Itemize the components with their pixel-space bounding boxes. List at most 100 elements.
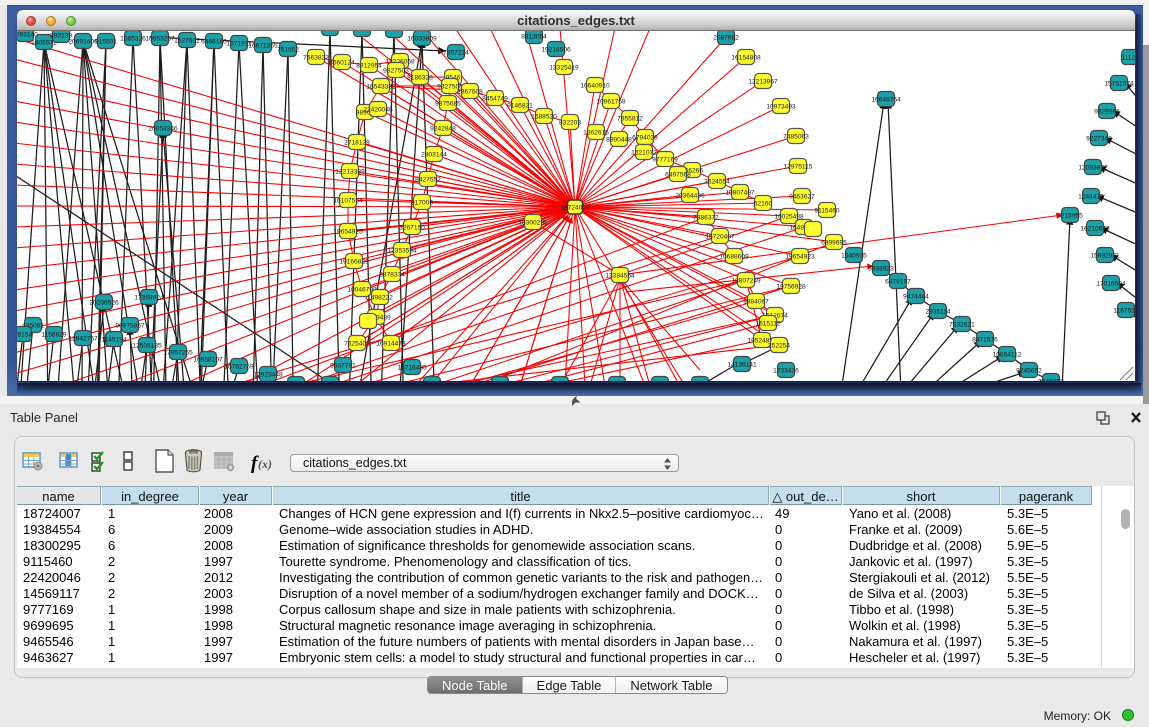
svg-text:10807487: 10807487 <box>725 190 755 197</box>
svg-text:1244415: 1244415 <box>1078 194 1104 201</box>
svg-text:12942757: 12942757 <box>68 336 98 343</box>
svg-text:20364436: 20364436 <box>675 193 705 200</box>
svg-text:7625402: 7625402 <box>344 341 370 348</box>
svg-text:13384554: 13384554 <box>605 273 635 280</box>
svg-text:751552: 751552 <box>277 47 299 54</box>
svg-text:1527602: 1527602 <box>174 38 200 45</box>
svg-text:6497568: 6497568 <box>665 172 691 179</box>
svg-text:7632621: 7632621 <box>949 322 975 329</box>
svg-text:8215955: 8215955 <box>1057 213 1083 220</box>
svg-text:10688609: 10688609 <box>719 254 749 261</box>
svg-text:2803144: 2803144 <box>421 152 447 159</box>
svg-text:39154: 39154 <box>17 332 32 339</box>
svg-text:15720407: 15720407 <box>705 234 735 241</box>
svg-text:16033809: 16033809 <box>407 36 437 43</box>
svg-text:9884067: 9884067 <box>743 299 769 306</box>
svg-text:1615112: 1615112 <box>755 321 781 328</box>
svg-text:917006: 917006 <box>411 200 433 207</box>
svg-text:3624554: 3624554 <box>704 179 730 186</box>
svg-text:17016504: 17016504 <box>1096 281 1126 288</box>
svg-text:9329966: 9329966 <box>1094 109 1120 116</box>
svg-text:9327503: 9327503 <box>383 68 409 75</box>
svg-text:18724007: 18724007 <box>560 205 590 212</box>
svg-text:9245052: 9245052 <box>1038 379 1064 383</box>
svg-text:10958107: 10958107 <box>193 357 223 364</box>
svg-text:16107554: 16107554 <box>333 198 363 205</box>
svg-text:9657791: 9657791 <box>330 363 356 370</box>
svg-text:15716485: 15716485 <box>397 365 427 372</box>
svg-text:9227342: 9227342 <box>1086 136 1112 143</box>
svg-text:8660124: 8660124 <box>329 60 355 67</box>
svg-text:9463627: 9463627 <box>789 194 815 201</box>
svg-text:7886372: 7886372 <box>693 215 719 222</box>
svg-text:12923448: 12923448 <box>253 372 283 379</box>
svg-text:19654923: 19654923 <box>785 254 815 261</box>
svg-text:7955812: 7955812 <box>617 116 643 123</box>
svg-text:7357224: 7357224 <box>443 50 469 57</box>
svg-text:2935114: 2935114 <box>925 309 951 316</box>
svg-text:8186328: 8186328 <box>407 75 433 82</box>
svg-text:19756928: 19756928 <box>776 284 806 291</box>
svg-text:15751074: 15751074 <box>1104 81 1134 88</box>
svg-text:1362615: 1362615 <box>583 130 609 137</box>
svg-text:6879197: 6879197 <box>885 279 911 286</box>
svg-text:1145194: 1145194 <box>101 337 127 344</box>
svg-text:9474444: 9474444 <box>903 294 929 301</box>
svg-text:1588520: 1588520 <box>531 114 557 121</box>
svg-text:18300295: 18300295 <box>518 220 548 227</box>
svg-text:(x): (x) <box>258 457 272 471</box>
svg-text:19166829: 19166829 <box>339 259 369 266</box>
svg-text:8427552: 8427552 <box>415 177 441 184</box>
svg-text:20206526: 20206526 <box>89 300 119 307</box>
svg-text:8813054: 8813054 <box>521 34 547 41</box>
svg-text:9146821: 9146821 <box>507 103 533 110</box>
svg-text:1640935: 1640935 <box>841 253 867 260</box>
svg-text:1733426: 1733426 <box>773 368 799 375</box>
svg-text:16648764: 16648764 <box>871 97 901 104</box>
svg-text:20691406: 20691406 <box>68 39 98 46</box>
svg-text:8912954: 8912954 <box>356 63 382 70</box>
svg-text:10653267: 10653267 <box>145 36 175 43</box>
svg-text:12975115: 12975115 <box>784 164 813 171</box>
svg-text:17957255: 17957255 <box>163 350 193 357</box>
svg-text:7485063: 7485063 <box>783 134 809 141</box>
svg-text:16671355: 16671355 <box>248 43 278 50</box>
svg-text:832203: 832203 <box>559 120 581 127</box>
svg-text:1156829: 1156829 <box>41 332 67 339</box>
svg-text:8471676: 8471676 <box>972 337 998 344</box>
svg-text:6794028: 6794028 <box>632 135 658 142</box>
svg-text:8878334: 8878334 <box>379 272 405 279</box>
svg-text:14136141: 14136141 <box>727 362 757 369</box>
svg-text:20053346: 20053346 <box>148 126 178 133</box>
svg-text:15692971: 15692971 <box>1090 253 1120 260</box>
svg-text:90975867: 90975867 <box>115 323 145 330</box>
svg-text:915501: 915501 <box>95 39 117 46</box>
svg-text:12093872: 12093872 <box>1078 165 1108 172</box>
svg-text:9115460: 9115460 <box>814 208 840 215</box>
svg-text:10973493: 10973493 <box>766 104 796 111</box>
svg-text:13325419: 13325419 <box>549 65 579 72</box>
svg-text:17359924: 17359924 <box>134 295 164 302</box>
svg-text:9242848: 9242848 <box>430 126 456 133</box>
svg-text:16154808: 16154808 <box>731 55 761 62</box>
svg-text:7663822: 7663822 <box>303 55 329 62</box>
svg-text:9245652: 9245652 <box>1016 368 1042 375</box>
svg-text:1621072: 1621072 <box>631 150 657 157</box>
svg-text:12505135: 12505135 <box>132 343 162 350</box>
svg-text:12353594: 12353594 <box>387 248 417 255</box>
svg-text:12213389: 12213389 <box>335 169 365 176</box>
svg-text:16543382: 16543382 <box>366 84 396 91</box>
svg-text:1498222: 1498222 <box>367 295 393 302</box>
svg-text:8990448: 8990448 <box>606 137 632 144</box>
svg-text:9777169: 9777169 <box>652 157 678 164</box>
svg-text:1065326: 1065326 <box>120 36 146 43</box>
svg-text:18807249: 18807249 <box>731 278 761 285</box>
svg-text:3267150: 3267150 <box>399 225 425 232</box>
svg-text:16210643: 16210643 <box>1080 226 1110 233</box>
svg-text:11125: 11125 <box>1121 55 1135 62</box>
svg-text:2867608: 2867608 <box>457 89 483 96</box>
svg-text:252254: 252254 <box>768 343 790 350</box>
svg-text:62160: 62160 <box>754 201 773 208</box>
svg-text:2087682: 2087682 <box>713 35 739 42</box>
svg-text:12213967: 12213967 <box>748 79 778 86</box>
